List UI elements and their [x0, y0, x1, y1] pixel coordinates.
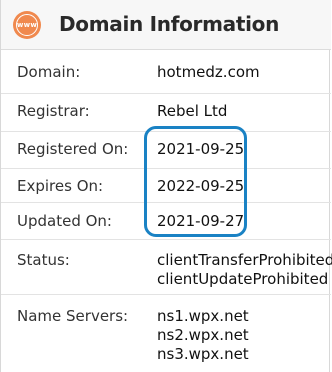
domain-info-panel: www Domain Information Domain: hotmedz.c…: [0, 0, 332, 372]
status-value: clientTransferProhibited clientUpdatePro…: [157, 251, 332, 289]
name-server-item: ns1.wpx.net: [157, 307, 249, 325]
row-label: Registered On:: [17, 140, 129, 158]
row-label: Registrar:: [17, 102, 90, 120]
row-registered-on: Registered On: 2021-09-25: [1, 132, 331, 169]
row-status: Status: clientTransferProhibited clientU…: [1, 240, 332, 295]
name-server-item: ns2.wpx.net: [157, 326, 249, 344]
row-name-servers: Name Servers: ns1.wpx.net ns2.wpx.net ns…: [1, 295, 331, 372]
name-servers-value: ns1.wpx.net ns2.wpx.net ns3.wpx.net: [157, 307, 249, 364]
row-label: Status:: [17, 251, 70, 269]
row-label: Updated On:: [17, 212, 112, 230]
domain-value: hotmedz.com: [157, 63, 260, 81]
row-updated-on: Updated On: 2021-09-27: [1, 203, 331, 240]
status-line: clientTransferProhibited: [157, 251, 332, 269]
name-server-item: ns3.wpx.net: [157, 345, 249, 363]
updated-on-value: 2021-09-27: [157, 212, 245, 230]
row-domain: Domain: hotmedz.com: [1, 50, 331, 94]
registrar-value: Rebel Ltd: [157, 102, 228, 120]
www-icon-label: www: [16, 14, 38, 36]
panel-title: Domain Information: [59, 12, 280, 36]
row-label: Expires On:: [17, 177, 104, 195]
row-registrar: Registrar: Rebel Ltd: [1, 94, 331, 132]
status-line: clientUpdateProhibited: [157, 270, 329, 288]
www-globe-icon: www: [13, 11, 41, 39]
row-label: Domain:: [17, 63, 81, 81]
expires-on-value: 2022-09-25: [157, 177, 245, 195]
row-expires-on: Expires On: 2022-09-25: [1, 169, 331, 203]
row-label: Name Servers:: [17, 307, 129, 325]
registered-on-value: 2021-09-25: [157, 140, 245, 158]
panel-header: www Domain Information: [1, 0, 331, 50]
